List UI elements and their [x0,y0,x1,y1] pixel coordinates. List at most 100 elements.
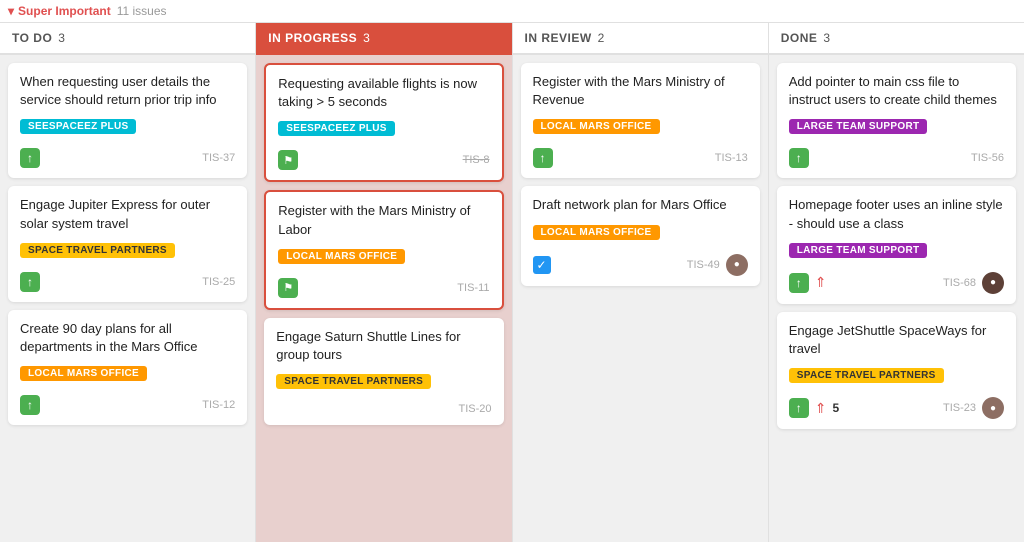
card[interactable]: Requesting available flights is now taki… [264,63,503,182]
card-footer-left: ⚑ [278,278,298,298]
card-title: When requesting user details the service… [20,73,235,109]
card-footer-right: TIS-68 ● [943,272,1004,294]
column-todo: TO DO 3 When requesting user details the s… [0,23,256,542]
card-footer-right: TIS-56 [971,152,1004,164]
card-footer: ⚑ TIS-11 [278,278,489,298]
card[interactable]: Engage Saturn Shuttle Lines for group to… [264,318,503,425]
avatar: ● [982,272,1004,294]
card[interactable]: Create 90 day plans for all departments … [8,310,247,425]
card-footer: ⚑ TIS-8 [278,150,489,170]
up-arrow-button[interactable]: ↑ [20,148,40,168]
card[interactable]: Draft network plan for Mars OfficeLOCAL … [521,186,760,285]
card-footer-left: ⚑ [278,150,298,170]
card-id: TIS-20 [458,403,491,415]
checkbox-done[interactable]: ✓ [533,256,551,274]
col-body-done: Add pointer to main css file to instruct… [769,55,1024,542]
card-title: Draft network plan for Mars Office [533,196,748,214]
card-id: TIS-23 [943,402,976,414]
card-title: Register with the Mars Ministry of Labor [278,202,489,238]
col-header-inreview: IN REVIEW2 [513,23,768,55]
col-count: 3 [58,31,65,45]
card[interactable]: Engage Jupiter Express for outer solar s… [8,186,247,301]
up-arrow-button[interactable]: ↑ [20,272,40,292]
col-header-done: DONE3 [769,23,1024,55]
card-title: Engage JetShuttle SpaceWays for travel [789,322,1004,358]
card-footer-right: TIS-20 [458,403,491,415]
card-id: TIS-68 [943,277,976,289]
card-footer-right: TIS-13 [715,152,748,164]
card-footer-left: ↑⇑ [789,273,827,293]
badge-count: 5 [832,401,839,415]
card-id: TIS-11 [457,282,489,294]
avatar: ● [726,254,748,276]
col-title: IN PROGRESS [268,31,357,45]
bookmark-button[interactable]: ⚑ [278,150,298,170]
card-tag: SEESPACEEZ PLUS [20,119,136,134]
col-title: IN REVIEW [525,31,592,45]
card[interactable]: Engage JetShuttle SpaceWays for travel SP… [777,312,1016,429]
up-arrow-button[interactable]: ↑ [20,395,40,415]
card-footer-right: TIS-8 [463,154,490,166]
card[interactable]: Add pointer to main css file to instruct… [777,63,1016,178]
card-footer-left: ✓ [533,256,551,274]
card-tag: LARGE TEAM SUPPORT [789,243,928,258]
kanban-board: ▾ Super Important 11 issues TO DO 3 When r… [0,0,1024,542]
card-footer-left: ↑ [20,395,40,415]
card-footer: ↑TIS-25 [20,272,235,292]
col-count: 3 [363,31,370,45]
card-footer: ↑ TIS-56 [789,148,1004,168]
card[interactable]: Homepage footer uses an inline style - s… [777,186,1016,303]
card-id: TIS-8 [463,154,490,166]
card-id: TIS-37 [202,152,235,164]
card-title: Engage Saturn Shuttle Lines for group to… [276,328,491,364]
up-arrow-button[interactable]: ↑ [789,398,809,418]
card-tag: SPACE TRAVEL PARTNERS [276,374,431,389]
double-up-arrow-icon: ⇑ [815,274,827,291]
card-footer-right: TIS-49 ● [687,254,748,276]
chevron-icon[interactable]: ▾ [8,4,14,18]
double-up-arrow-icon: ⇑ [815,400,827,417]
card-title: Requesting available flights is now taki… [278,75,489,111]
up-arrow-button[interactable]: ↑ [789,273,809,293]
issue-count: 11 issues [117,4,167,18]
col-body-inprogress: Requesting available flights is now taki… [256,55,511,542]
card-id: TIS-13 [715,152,748,164]
card-footer: ↑ TIS-37 [20,148,235,168]
col-count: 3 [823,31,830,45]
up-arrow-button[interactable]: ↑ [789,148,809,168]
card-footer-left: ↑ [20,272,40,292]
card-tag: LARGE TEAM SUPPORT [789,119,928,134]
col-body-inreview: Register with the Mars Ministry of Reven… [513,55,768,542]
card-footer: ↑ ⇑ 5 TIS-23 ● [789,397,1004,419]
col-header-inprogress: IN PROGRESS 3 [256,23,511,55]
card-id: TIS-49 [687,259,720,271]
card-footer-left: ↑ [20,148,40,168]
columns-container: TO DO 3 When requesting user details the s… [0,23,1024,542]
card-tag: LOCAL MARS OFFICE [533,119,660,134]
avatar: ● [982,397,1004,419]
group-label: Super Important [18,4,111,18]
card-footer: ✓ TIS-49 ● [533,254,748,276]
card-footer: TIS-20 [276,403,491,415]
column-inprogress: IN PROGRESS 3 Requesting available flights… [256,23,512,542]
card-id: TIS-56 [971,152,1004,164]
bookmark-button[interactable]: ⚑ [278,278,298,298]
card-title: Homepage footer uses an inline style - s… [789,196,1004,232]
card-tag: SPACE TRAVEL PARTNERS [789,368,944,383]
card-footer-right: TIS-37 [202,152,235,164]
card-tag: SPACE TRAVEL PARTNERS [20,243,175,258]
card[interactable]: Register with the Mars Ministry of Labor… [264,190,503,309]
group-header: ▾ Super Important 11 issues [0,0,1024,23]
card-footer: ↑ TIS-12 [20,395,235,415]
column-done: DONE3 Add pointer to main css file to ins… [769,23,1024,542]
card-title: Create 90 day plans for all departments … [20,320,235,356]
card[interactable]: Register with the Mars Ministry of Reven… [521,63,760,178]
card-footer-right: TIS-12 [202,399,235,411]
up-arrow-button[interactable]: ↑ [533,148,553,168]
card[interactable]: When requesting user details the service… [8,63,247,178]
card-title: Register with the Mars Ministry of Reven… [533,73,748,109]
col-body-todo: When requesting user details the service… [0,55,255,542]
card-tag: LOCAL MARS OFFICE [278,249,405,264]
card-footer-left: ↑ [533,148,553,168]
col-title: TO DO [12,31,52,45]
